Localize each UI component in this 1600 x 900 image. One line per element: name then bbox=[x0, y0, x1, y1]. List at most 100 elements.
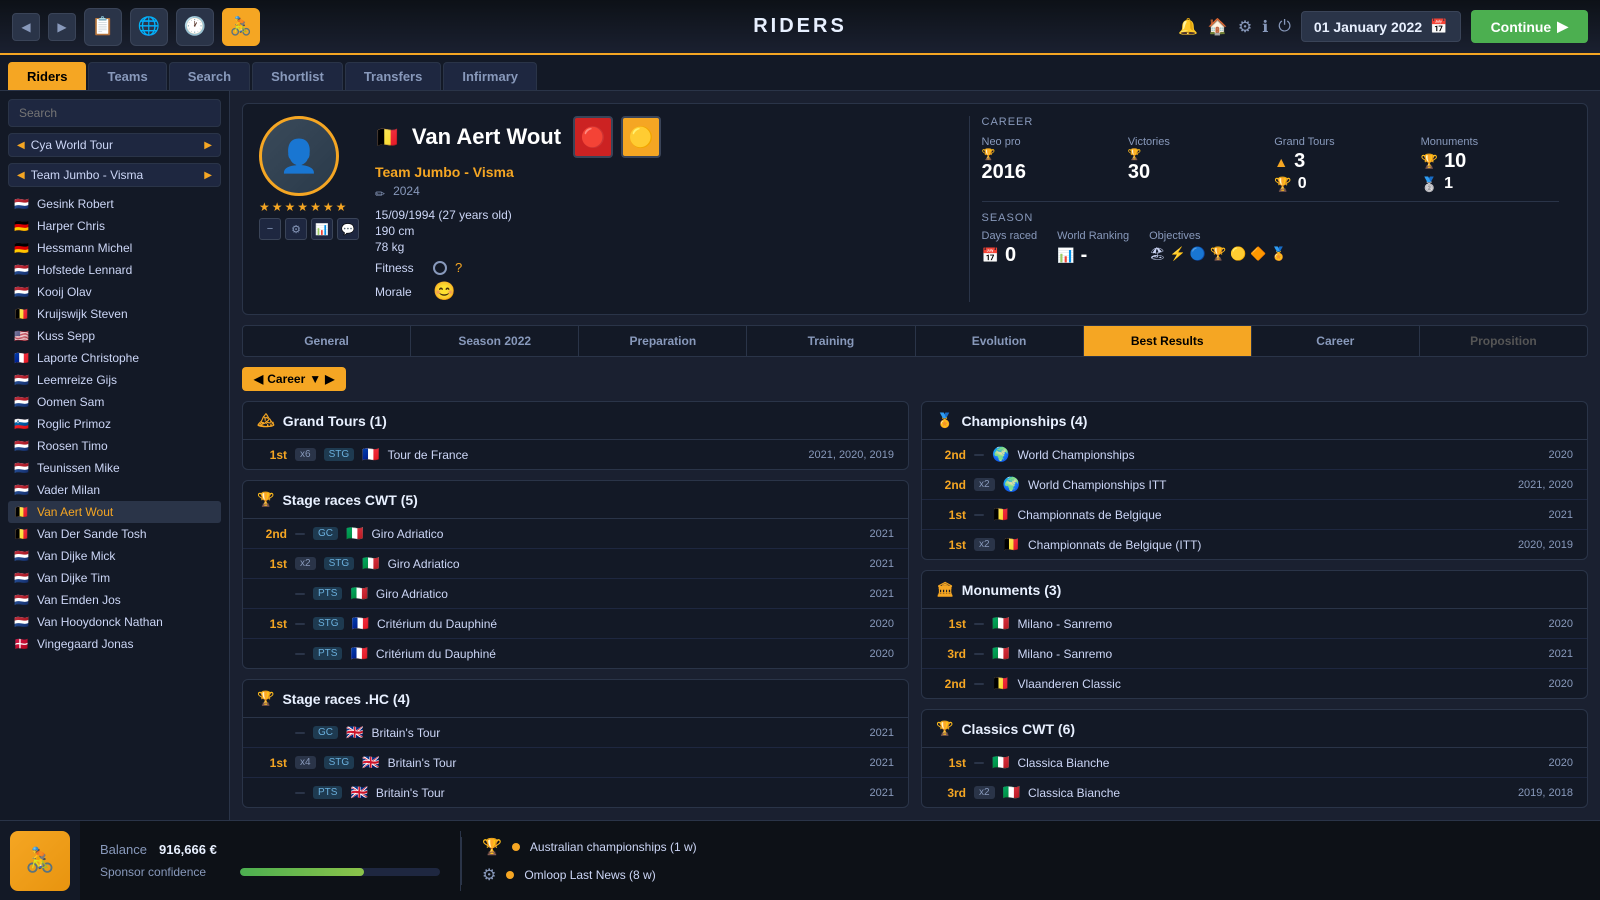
year: 2021 bbox=[1549, 509, 1573, 521]
tab-shortlist[interactable]: Shortlist bbox=[252, 62, 343, 90]
clock-icon[interactable]: 🕐 bbox=[176, 8, 214, 46]
nav-back-button[interactable]: ◀ bbox=[12, 13, 40, 41]
tab-general[interactable]: General bbox=[243, 326, 411, 356]
action-stats[interactable]: 📊 bbox=[311, 218, 333, 240]
power-icon[interactable]: ⏻ bbox=[1278, 18, 1291, 36]
name: Classica Bianche bbox=[1028, 786, 1510, 800]
stage-hc-icon: 🏆 bbox=[257, 690, 274, 707]
menu-icon[interactable]: 📋 bbox=[84, 8, 122, 46]
rider-item-vader-milan[interactable]: 🇳🇱Vader Milan bbox=[8, 479, 221, 501]
rider-flag: 🇳🇱 bbox=[14, 483, 29, 497]
tab-preparation[interactable]: Preparation bbox=[579, 326, 747, 356]
calendar-icon[interactable]: 📅 bbox=[1430, 18, 1447, 35]
days-raced-val: 0 bbox=[1005, 244, 1016, 267]
tab-proposition[interactable]: Proposition bbox=[1420, 326, 1587, 356]
notification-icons: 🔔 🏠 ⚙ ℹ ⏻ bbox=[1178, 17, 1291, 37]
year: 2021 bbox=[1549, 648, 1573, 660]
tab-search[interactable]: Search bbox=[169, 62, 250, 90]
search-input[interactable] bbox=[8, 99, 221, 127]
grand-tours-title: Grand Tours (1) bbox=[283, 413, 387, 429]
rider-item-oomen-sam[interactable]: 🇳🇱Oomen Sam bbox=[8, 391, 221, 413]
rider-item-leemreize-gijs[interactable]: 🇳🇱Leemreize Gijs bbox=[8, 369, 221, 391]
rider-item-kooij-olav[interactable]: 🇳🇱Kooij Olav bbox=[8, 281, 221, 303]
rider-name: Van Emden Jos bbox=[37, 593, 121, 607]
rider-item-vingegaard-jonas[interactable]: 🇩🇰Vingegaard Jonas bbox=[8, 633, 221, 655]
rider-item-hessmann-michel[interactable]: 🇩🇪Hessmann Michel bbox=[8, 237, 221, 259]
rider-name: Leemreize Gijs bbox=[37, 373, 117, 387]
pos: 1st bbox=[936, 508, 966, 522]
action-minus[interactable]: − bbox=[259, 218, 281, 240]
year: 2021 bbox=[870, 787, 894, 799]
riders-icon[interactable]: 🚴 bbox=[222, 8, 260, 46]
tab-transfers[interactable]: Transfers bbox=[345, 62, 442, 90]
classics-cwt-icon: 🏆 bbox=[936, 720, 953, 737]
filter-team[interactable]: ◀ Team Jumbo - Visma ▶ bbox=[8, 163, 221, 187]
rider-item-van-dijke-mick[interactable]: 🇳🇱Van Dijke Mick bbox=[8, 545, 221, 567]
result-row: 3rd 🇮🇹 Milano - Sanremo 2021 bbox=[922, 639, 1587, 669]
name: Critérium du Dauphiné bbox=[377, 617, 862, 631]
rider-item-gesink-robert[interactable]: 🇳🇱Gesink Robert bbox=[8, 193, 221, 215]
globe-icon[interactable]: 🌐 bbox=[130, 8, 168, 46]
filter-world-tour[interactable]: ◀ Cya World Tour ▶ bbox=[8, 133, 221, 157]
rider-flag: 🇳🇱 bbox=[14, 439, 29, 453]
year: 2021 bbox=[870, 528, 894, 540]
home-icon[interactable]: 🏠 bbox=[1208, 17, 1228, 37]
sponsor-progress-bar-bg bbox=[240, 868, 440, 876]
rider-item-roosen-timo[interactable]: 🇳🇱Roosen Timo bbox=[8, 435, 221, 457]
news-text-2: Omloop Last News (8 w) bbox=[524, 868, 655, 882]
rider-item-van-aert-wout[interactable]: 🇧🇪Van Aert Wout bbox=[8, 501, 221, 523]
star-6: ★ bbox=[323, 200, 334, 214]
rider-item-van-der-sande-tosh[interactable]: 🇧🇪Van Der Sande Tosh bbox=[8, 523, 221, 545]
pos: 2nd bbox=[257, 527, 287, 541]
info-icon[interactable]: ℹ bbox=[1262, 17, 1268, 37]
tab-best-results[interactable]: Best Results bbox=[1084, 326, 1252, 356]
results-grid: 🏔 Grand Tours (1) 1st x6 STG 🇫🇷 Tour de … bbox=[242, 401, 1588, 808]
bell-icon[interactable]: 🔔 bbox=[1178, 17, 1198, 37]
rider-flag: 🇺🇸 bbox=[14, 329, 29, 343]
balance-row: Balance 916,666 € bbox=[100, 842, 440, 857]
pos: 1st bbox=[936, 756, 966, 770]
type: STG bbox=[324, 756, 355, 769]
nav-forward-button[interactable]: ▶ bbox=[48, 13, 76, 41]
badge: x4 bbox=[295, 756, 316, 769]
rider-item-van-emden-jos[interactable]: 🇳🇱Van Emden Jos bbox=[8, 589, 221, 611]
year: 2020 bbox=[1549, 618, 1573, 630]
rider-item-hofstede-lennard[interactable]: 🇳🇱Hofstede Lennard bbox=[8, 259, 221, 281]
result-row: 2nd 🇧🇪 Vlaanderen Classic 2020 bbox=[922, 669, 1587, 698]
rider-item-kuss-sepp[interactable]: 🇺🇸Kuss Sepp bbox=[8, 325, 221, 347]
career-filter-button[interactable]: ◀ Career ▼ ▶ bbox=[242, 367, 346, 391]
tab-training[interactable]: Training bbox=[747, 326, 915, 356]
rider-item-van-dijke-tim[interactable]: 🇳🇱Van Dijke Tim bbox=[8, 567, 221, 589]
tab-season-2022[interactable]: Season 2022 bbox=[411, 326, 579, 356]
name: World Championships bbox=[1017, 448, 1540, 462]
tab-teams[interactable]: Teams bbox=[88, 62, 166, 90]
flag: 🇬🇧 bbox=[346, 724, 363, 741]
rider-item-roglic-primoz[interactable]: 🇸🇮Roglic Primoz bbox=[8, 413, 221, 435]
filter-arrow-left-icon: ◀ bbox=[254, 372, 263, 386]
filter-team-arrow-right: ▶ bbox=[204, 170, 212, 181]
rider-item-laporte-christophe[interactable]: 🇫🇷Laporte Christophe bbox=[8, 347, 221, 369]
rider-weight: 78 kg bbox=[375, 240, 953, 254]
pos: 2nd bbox=[936, 478, 966, 492]
nav-tabs: Riders Teams Search Shortlist Transfers … bbox=[0, 55, 1600, 91]
rider-item-teunissen-mike[interactable]: 🇳🇱Teunissen Mike bbox=[8, 457, 221, 479]
tdf-badge: x6 bbox=[295, 448, 316, 461]
rider-flag: 🇳🇱 bbox=[14, 549, 29, 563]
rider-item-van-hooydonck-nathan[interactable]: 🇳🇱Van Hooydonck Nathan bbox=[8, 611, 221, 633]
gear-icon[interactable]: ⚙ bbox=[1238, 17, 1252, 37]
rider-item-harper-chris[interactable]: 🇩🇪Harper Chris bbox=[8, 215, 221, 237]
filter-team-arrow-left: ◀ bbox=[17, 170, 25, 181]
career-stats-panel: CAREER Neo pro 🏆 2016 Victories 🏆 30 Gra… bbox=[969, 116, 1572, 302]
tab-infirmary[interactable]: Infirmary bbox=[443, 62, 537, 90]
world-ranking-val: - bbox=[1081, 244, 1088, 267]
tab-career[interactable]: Career bbox=[1252, 326, 1420, 356]
continue-button[interactable]: Continue ▶ bbox=[1471, 10, 1588, 43]
tab-riders[interactable]: Riders bbox=[8, 62, 86, 90]
type: GC bbox=[313, 527, 338, 540]
action-settings[interactable]: ⚙ bbox=[285, 218, 307, 240]
obj-2: ⚡ bbox=[1170, 246, 1186, 262]
rider-item-kruijswijk-steven[interactable]: 🇧🇪Kruijswijk Steven bbox=[8, 303, 221, 325]
tab-evolution[interactable]: Evolution bbox=[916, 326, 1084, 356]
type: STG bbox=[324, 557, 355, 570]
action-chat[interactable]: 💬 bbox=[337, 218, 359, 240]
